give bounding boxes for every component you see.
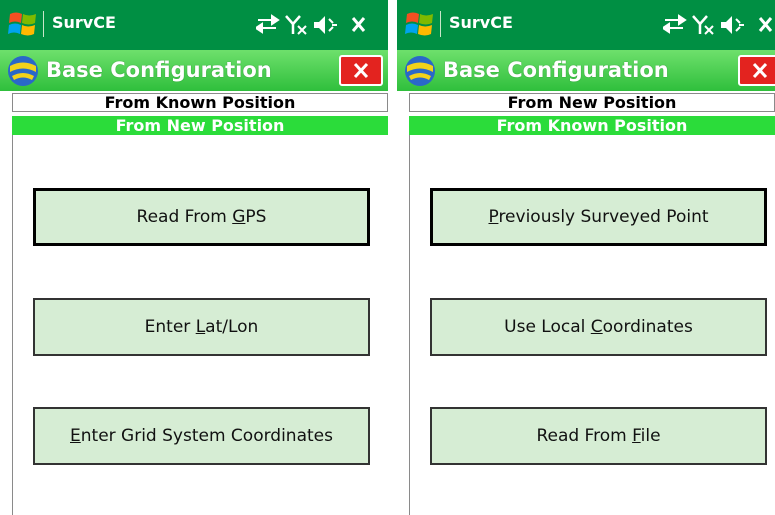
tab-from-known-position[interactable]: From Known Position: [12, 93, 388, 112]
right-screen: SurvCE Base Configuration From New Posit…: [397, 0, 775, 515]
close-window-button[interactable]: [339, 55, 383, 86]
page-title: Base Configuration: [46, 58, 272, 82]
tab-from-new-position[interactable]: From New Position: [12, 116, 388, 135]
left-screen: SurvCE Base Configuration From Known Pos…: [0, 0, 388, 515]
read-from-gps-button[interactable]: Read From GPS: [33, 188, 370, 246]
accelerator-key: P: [488, 207, 499, 227]
tab-from-known-position[interactable]: From Known Position: [409, 116, 775, 135]
button-label: Read From: [536, 426, 633, 446]
sync-arrows-icon[interactable]: [663, 14, 687, 34]
sync-arrows-icon[interactable]: [256, 14, 280, 34]
accelerator-key: C: [590, 317, 603, 337]
title-separator: [43, 11, 44, 37]
page-title: Base Configuration: [443, 58, 669, 82]
tab-from-new-position[interactable]: From New Position: [409, 93, 775, 112]
button-label: oordinates: [602, 317, 693, 337]
close-window-icon: [353, 62, 369, 79]
button-label: Enter: [144, 317, 196, 337]
system-tray: [256, 14, 366, 35]
system-tray: [663, 14, 773, 35]
antenna-no-signal-icon[interactable]: [285, 15, 307, 35]
read-from-file-button[interactable]: Read From File: [430, 407, 767, 465]
survce-logo-icon: [405, 56, 435, 86]
previously-surveyed-point-button[interactable]: Previously Surveyed Point: [430, 188, 767, 246]
accelerator-key: L: [195, 317, 206, 337]
app-name: SurvCE: [449, 13, 513, 32]
app-name: SurvCE: [52, 13, 116, 32]
button-label: Read From: [136, 207, 233, 227]
windows-start-icon[interactable]: [405, 8, 435, 40]
status-bar: SurvCE: [0, 0, 388, 50]
title-separator: [440, 11, 441, 37]
survce-logo-icon: [8, 56, 38, 86]
button-label: at/Lon: [205, 317, 259, 337]
button-label: nter Grid System Coordinates: [80, 426, 333, 446]
button-label: reviously Surveyed Point: [498, 207, 709, 227]
header-bar: Base Configuration: [0, 50, 388, 91]
accelerator-key: G: [232, 207, 246, 227]
button-label: Use Local: [504, 317, 591, 337]
accelerator-key: F: [632, 426, 641, 446]
accelerator-key: E: [70, 426, 81, 446]
button-label: PS: [245, 207, 267, 227]
header-bar: Base Configuration: [397, 50, 775, 91]
close-window-icon: [752, 62, 768, 79]
close-icon[interactable]: [758, 17, 773, 32]
close-window-button[interactable]: [738, 55, 775, 86]
enter-lat-lon-button[interactable]: Enter Lat/Lon: [33, 298, 370, 356]
close-icon[interactable]: [351, 17, 366, 32]
enter-grid-system-coordinates-button[interactable]: Enter Grid System Coordinates: [33, 407, 370, 465]
speaker-muted-icon[interactable]: [314, 16, 337, 34]
status-bar: SurvCE: [397, 0, 775, 50]
button-label: ile: [640, 426, 661, 446]
antenna-no-signal-icon[interactable]: [692, 15, 714, 35]
use-local-coordinates-button[interactable]: Use Local Coordinates: [430, 298, 767, 356]
windows-start-icon[interactable]: [8, 8, 38, 40]
speaker-muted-icon[interactable]: [721, 16, 744, 34]
